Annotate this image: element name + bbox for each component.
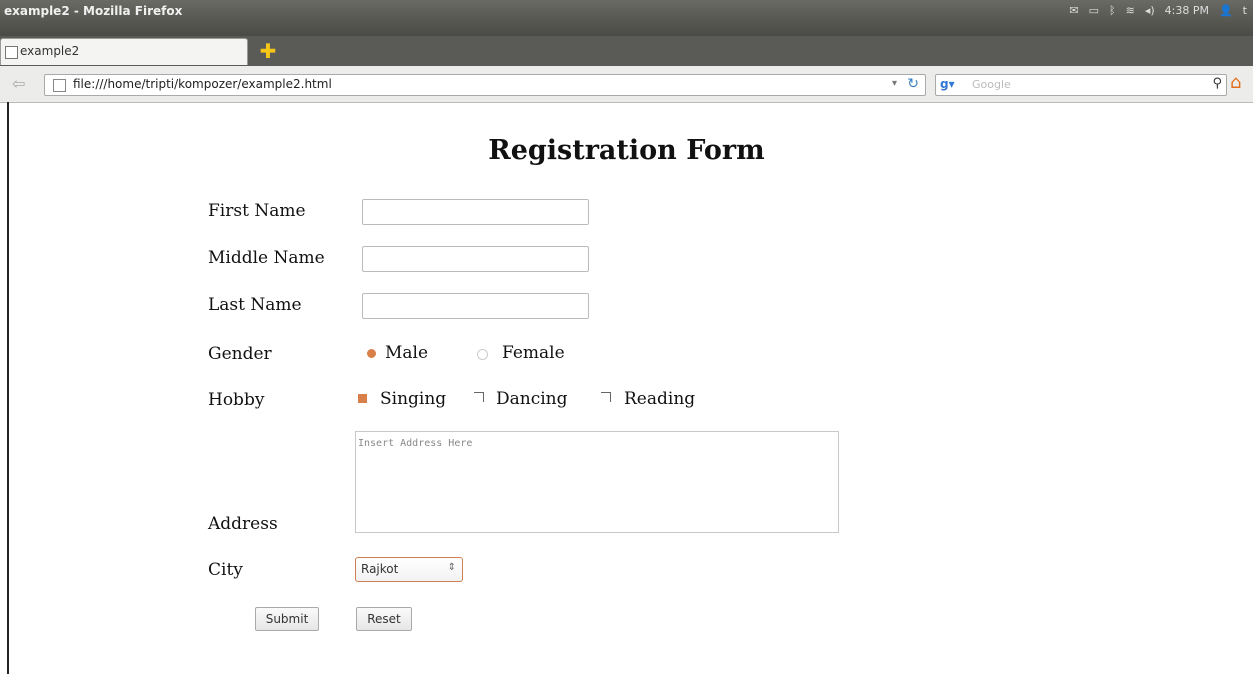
- gender-female-radio[interactable]: [477, 349, 488, 360]
- gender-male-label: Male: [385, 343, 429, 363]
- hobby-dancing-checkbox[interactable]: [474, 392, 484, 402]
- middle-name-label: Middle Name: [208, 248, 325, 268]
- window-titlebar: example2 - Mozilla Firefox ✉ ▭ ᛒ ≋ ◂) 4:…: [0, 0, 1253, 36]
- search-bar[interactable]: g▾ Google ⚲: [935, 74, 1227, 96]
- home-icon[interactable]: ⌂: [1230, 72, 1241, 93]
- last-name-input[interactable]: [362, 293, 589, 319]
- hobby-reading-label: Reading: [624, 389, 696, 409]
- window-title: example2 - Mozilla Firefox: [4, 4, 183, 18]
- search-placeholder: Google: [972, 78, 1011, 91]
- search-icon[interactable]: ⚲: [1212, 76, 1222, 91]
- page-icon: [53, 79, 66, 92]
- middle-name-input[interactable]: [362, 246, 589, 272]
- submit-button[interactable]: Submit: [255, 607, 319, 631]
- select-arrows-icon: ⇕: [447, 562, 456, 573]
- volume-icon[interactable]: ◂): [1145, 4, 1155, 17]
- mail-icon[interactable]: ✉: [1069, 4, 1078, 17]
- hobby-singing-checkbox[interactable]: [358, 394, 367, 403]
- url-text[interactable]: file:///home/tripti/kompozer/example2.ht…: [73, 77, 332, 91]
- tab-label: example2: [20, 44, 80, 58]
- address-placeholder: Insert Address Here: [358, 438, 473, 449]
- page-border: [7, 102, 9, 674]
- system-tray: ✉ ▭ ᛒ ≋ ◂) 4:38 PM 👤 t: [1069, 4, 1247, 17]
- battery-icon[interactable]: ▭: [1089, 4, 1099, 17]
- city-select[interactable]: Rajkot ⇕: [355, 557, 463, 582]
- hobby-dancing-label: Dancing: [496, 389, 568, 409]
- last-name-label: Last Name: [208, 295, 302, 315]
- city-selected-value: Rajkot: [361, 562, 399, 576]
- hobby-label: Hobby: [208, 390, 265, 410]
- first-name-label: First Name: [208, 201, 306, 221]
- google-engine-icon[interactable]: g▾: [940, 77, 955, 91]
- hobby-singing-label: Singing: [380, 389, 447, 409]
- city-label: City: [208, 560, 243, 580]
- navigation-toolbar: ⇦ file:///home/tripti/kompozer/example2.…: [0, 66, 1253, 103]
- user-name[interactable]: t: [1243, 4, 1247, 17]
- gender-female-label: Female: [502, 343, 565, 363]
- gender-label: Gender: [208, 344, 272, 364]
- tab-example2[interactable]: example2: [0, 38, 248, 65]
- new-tab-button[interactable]: ✚: [256, 41, 280, 61]
- page-title: Registration Form: [488, 135, 765, 166]
- reload-icon[interactable]: ↻: [907, 76, 919, 92]
- clock[interactable]: 4:38 PM: [1165, 4, 1209, 17]
- first-name-input[interactable]: [362, 199, 589, 225]
- address-textarea[interactable]: Insert Address Here: [355, 431, 839, 533]
- user-icon[interactable]: 👤: [1219, 4, 1233, 17]
- hobby-reading-checkbox[interactable]: [601, 392, 611, 402]
- page-icon: [5, 46, 18, 59]
- address-label: Address: [208, 514, 278, 534]
- gender-male-radio[interactable]: [367, 349, 376, 358]
- history-dropdown-icon[interactable]: ▾: [892, 78, 897, 89]
- url-bar[interactable]: file:///home/tripti/kompozer/example2.ht…: [44, 74, 926, 96]
- bluetooth-icon[interactable]: ᛒ: [1109, 4, 1116, 17]
- back-arrow-icon[interactable]: ⇦: [12, 74, 25, 93]
- reset-button[interactable]: Reset: [356, 607, 412, 631]
- wifi-icon[interactable]: ≋: [1126, 4, 1135, 17]
